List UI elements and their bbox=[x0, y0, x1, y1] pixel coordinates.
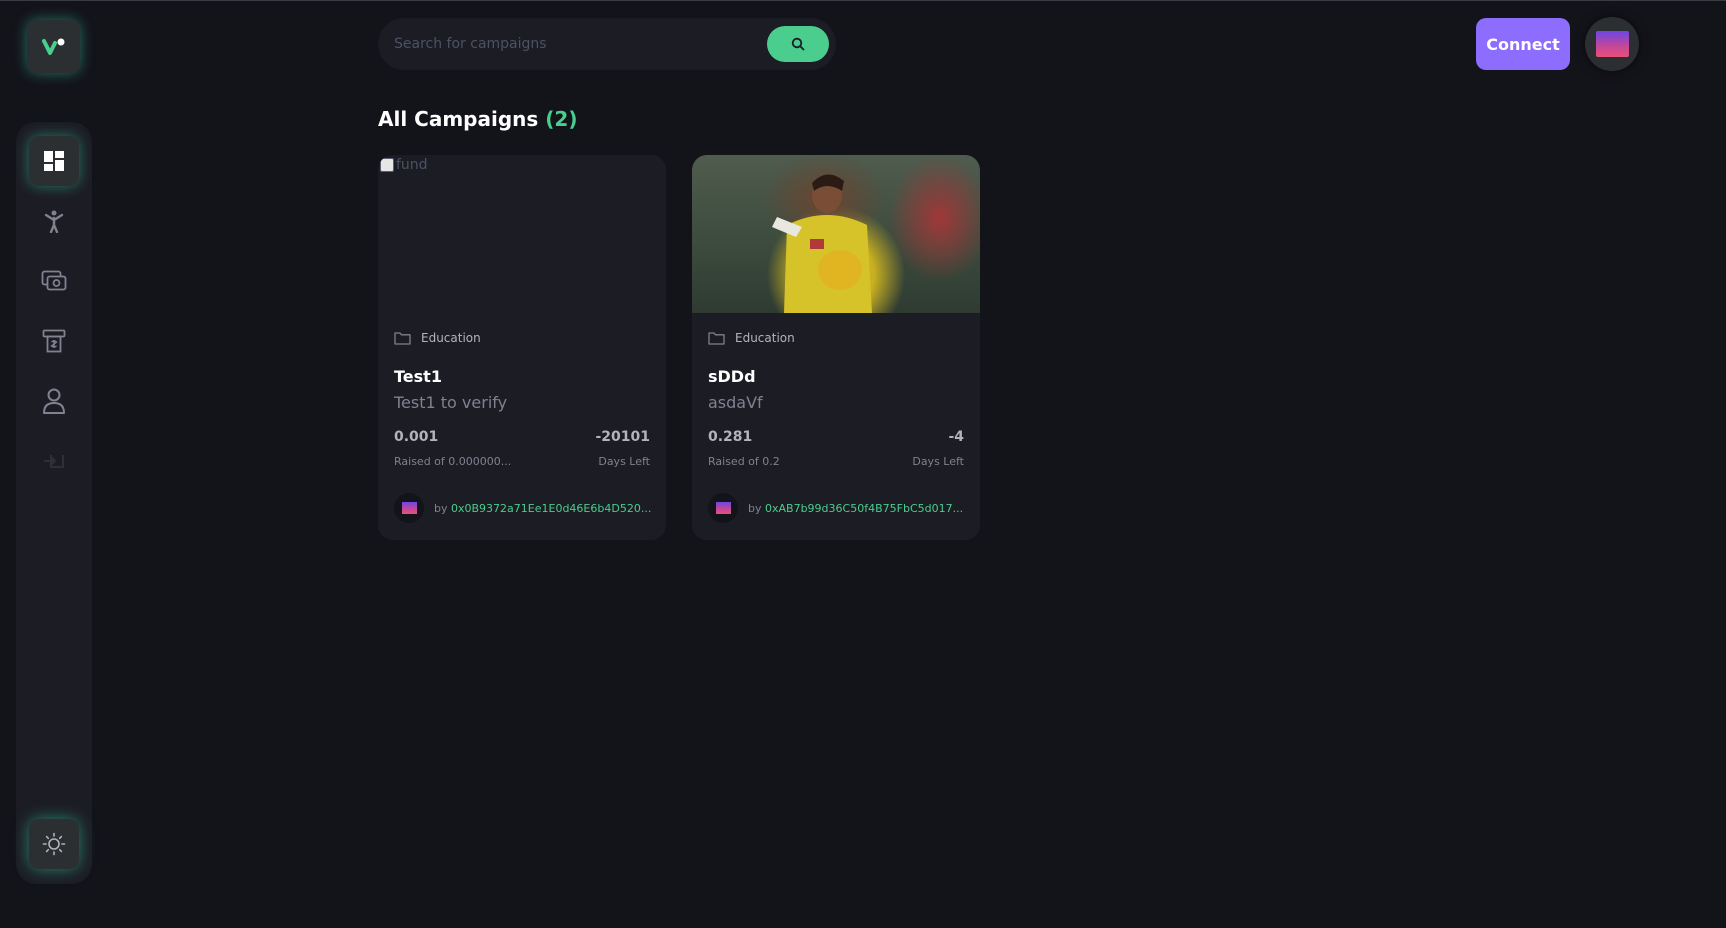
create-campaign-icon bbox=[44, 210, 64, 233]
search-button[interactable] bbox=[767, 26, 829, 62]
sidebar-item-withdraw[interactable] bbox=[29, 316, 79, 366]
payment-icon bbox=[41, 270, 67, 291]
campaign-card-body: Education sDDd asdaVf 0.281 Raised of 0.… bbox=[692, 313, 980, 540]
profile-icon bbox=[43, 388, 65, 414]
campaign-title: Test1 bbox=[394, 367, 442, 386]
avatar bbox=[1595, 31, 1629, 57]
days-left-stat: -20101 Days Left bbox=[595, 429, 650, 468]
owner-by-label: by bbox=[434, 501, 448, 515]
campaign-card-body: Education Test1 Test1 to verify 0.001 Ra… bbox=[378, 313, 666, 540]
owner-avatar bbox=[394, 493, 424, 523]
campaign-owner: by 0x0B9372a71Ee1E0d46E6b4D520... bbox=[394, 493, 651, 523]
connect-button[interactable]: Connect bbox=[1476, 18, 1570, 70]
raised-stat: 0.281 Raised of 0.2 bbox=[708, 429, 780, 468]
campaign-count: (2) bbox=[545, 107, 578, 131]
campaign-stats: 0.281 Raised of 0.2 -4 Days Left bbox=[708, 429, 964, 468]
campaign-photo bbox=[772, 174, 872, 313]
logout-icon bbox=[44, 455, 64, 468]
campaign-owner: by 0xAB7b99d36C50f4B75FbC5d017... bbox=[708, 493, 963, 523]
owner-by-label: by bbox=[748, 501, 762, 515]
sun-icon bbox=[42, 832, 66, 856]
campaign-card[interactable]: Education sDDd asdaVf 0.281 Raised of 0.… bbox=[692, 155, 980, 540]
days-left-stat: -4 Days Left bbox=[912, 429, 964, 468]
search-icon bbox=[791, 37, 805, 51]
campaign-image bbox=[692, 155, 980, 313]
owner-avatar bbox=[708, 493, 738, 523]
owner-address: 0xAB7b99d36C50f4B75FbC5d017... bbox=[765, 501, 964, 515]
raised-value: 0.281 bbox=[708, 429, 753, 445]
broken-image-icon bbox=[380, 158, 394, 172]
theme-toggle-button[interactable] bbox=[29, 819, 79, 869]
owner-avatar-image bbox=[401, 502, 417, 514]
category-label: Education bbox=[421, 331, 481, 345]
days-left-label: Days Left bbox=[912, 455, 964, 468]
page-title-text: All Campaigns bbox=[378, 107, 539, 131]
campaign-category: Education bbox=[394, 331, 650, 345]
profile-avatar-button[interactable] bbox=[1585, 17, 1639, 71]
campaign-card[interactable]: fund Education Test1 Test1 to verify 0.0… bbox=[378, 155, 666, 540]
sidebar-item-profile[interactable] bbox=[29, 376, 79, 426]
raised-label: Raised of 0.000000... bbox=[394, 455, 512, 468]
days-left-value: -20101 bbox=[595, 429, 650, 445]
folder-icon bbox=[708, 332, 725, 345]
withdraw-icon bbox=[42, 329, 66, 353]
campaign-image: fund bbox=[378, 155, 666, 313]
category-label: Education bbox=[735, 331, 795, 345]
sidebar bbox=[16, 122, 92, 884]
raised-value: 0.001 bbox=[394, 429, 439, 445]
search-bar bbox=[378, 18, 836, 70]
campaign-category: Education bbox=[708, 331, 964, 345]
page-title: All Campaigns (2) bbox=[378, 107, 577, 131]
days-left-value: -4 bbox=[948, 429, 964, 445]
folder-icon bbox=[394, 332, 411, 345]
days-left-label: Days Left bbox=[598, 455, 650, 468]
raised-stat: 0.001 Raised of 0.000000... bbox=[394, 429, 511, 468]
sidebar-item-create-campaign[interactable] bbox=[29, 196, 79, 246]
dashboard-icon bbox=[44, 151, 64, 171]
owner-address: 0x0B9372a71Ee1E0d46E6b4D520... bbox=[451, 501, 652, 515]
sidebar-item-logout[interactable] bbox=[29, 436, 79, 486]
logo-icon bbox=[41, 38, 64, 55]
campaign-description: asdaVf bbox=[708, 393, 763, 412]
sidebar-item-payment[interactable] bbox=[29, 256, 79, 306]
campaign-description: Test1 to verify bbox=[394, 393, 508, 412]
campaign-stats: 0.001 Raised of 0.000000... -20101 Days … bbox=[394, 429, 650, 468]
search-input[interactable] bbox=[394, 36, 767, 52]
broken-image-alt: fund bbox=[380, 157, 428, 173]
image-alt-text: fund bbox=[396, 157, 428, 173]
campaign-title: sDDd bbox=[708, 367, 756, 386]
app-logo[interactable] bbox=[27, 20, 80, 73]
owner-avatar-image bbox=[715, 502, 731, 514]
raised-label: Raised of 0.2 bbox=[708, 455, 780, 468]
sidebar-item-dashboard[interactable] bbox=[29, 136, 79, 186]
